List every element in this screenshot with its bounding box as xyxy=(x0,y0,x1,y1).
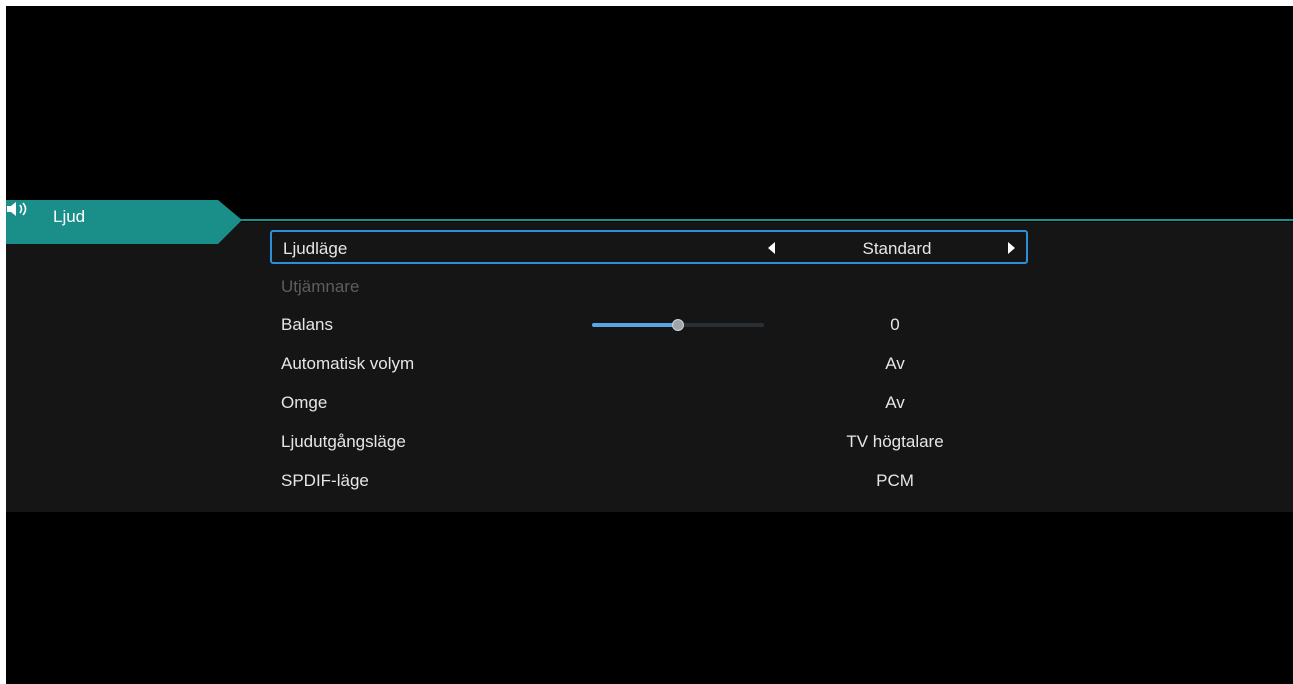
arrow-left-icon[interactable] xyxy=(768,242,775,254)
setting-label: SPDIF-läge xyxy=(281,471,369,490)
tab-label: Ljud xyxy=(53,207,86,226)
setting-row-audio-output[interactable]: Ljudutgångsläge TV högtalare xyxy=(270,425,1028,459)
setting-value: Standard xyxy=(862,239,932,258)
setting-label: Ljudläge xyxy=(283,239,348,258)
setting-value: Av xyxy=(885,354,905,373)
tab-background xyxy=(6,200,242,244)
setting-value: Av xyxy=(885,393,905,412)
setting-row-equalizer: Utjämnare xyxy=(270,270,1028,304)
setting-row-surround[interactable]: Omge Av xyxy=(270,386,1028,420)
arrow-right-icon[interactable] xyxy=(1008,242,1015,254)
setting-label: Utjämnare xyxy=(281,277,360,296)
setting-value: TV högtalare xyxy=(846,432,944,451)
setting-label: Omge xyxy=(281,393,328,412)
setting-row-spdif[interactable]: SPDIF-läge PCM xyxy=(270,464,1028,498)
setting-value: 0 xyxy=(890,315,900,334)
setting-label: Ljudutgångsläge xyxy=(281,432,406,451)
setting-value: PCM xyxy=(876,471,914,490)
setting-label: Automatisk volym xyxy=(281,354,415,373)
tv-screen: Ljud Ljudläge Standard Utjämnare Balans … xyxy=(6,6,1293,684)
slider-knob[interactable] xyxy=(672,319,684,331)
tab-ljud[interactable]: Ljud xyxy=(6,200,244,244)
slider-fill xyxy=(592,323,678,327)
setting-label: Balans xyxy=(281,315,333,334)
setting-row-auto-volume[interactable]: Automatisk volym Av xyxy=(270,347,1028,381)
setting-row-balance[interactable]: Balans 0 xyxy=(270,308,1028,342)
speaker-icon xyxy=(7,202,27,216)
menu-divider xyxy=(236,219,1293,221)
setting-row-sound-mode[interactable]: Ljudläge Standard xyxy=(270,230,1028,264)
balance-slider[interactable] xyxy=(592,319,764,331)
